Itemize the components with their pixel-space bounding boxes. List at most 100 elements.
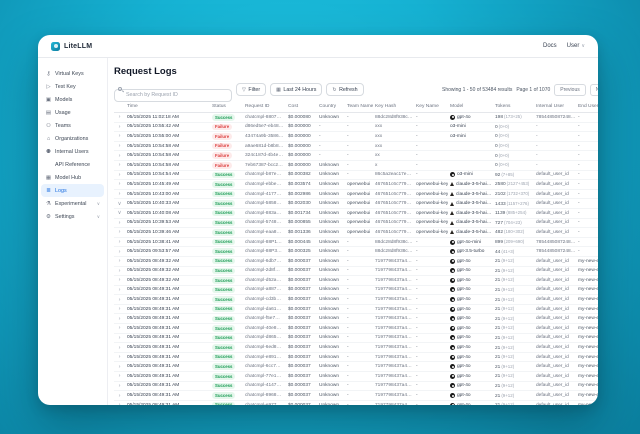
table-row[interactable]: ›05/15/2025 10:39:53 AMSuccesschatcmpl-5… (114, 218, 598, 228)
row-expander-icon[interactable]: ∨ (114, 208, 125, 218)
table-row[interactable]: ›05/15/2025 08:49:31 AMSuccesschatcmpl-c… (114, 295, 598, 305)
table-row[interactable]: ›05/15/2025 10:54:54 AMSuccesschatcmpl-b… (114, 170, 598, 180)
sidebar-item-experimental[interactable]: ⚗Experimental∨ (41, 197, 104, 210)
sidebar-item-model-hub[interactable]: ▦Model Hub (41, 171, 104, 184)
row-expander-icon[interactable]: › (114, 237, 125, 247)
row-expander-icon[interactable]: › (114, 180, 125, 190)
refresh-button[interactable]: ↻ Refresh (326, 83, 363, 96)
row-expander-icon[interactable]: › (114, 285, 125, 295)
row-expander-icon[interactable]: › (114, 113, 125, 123)
table-row[interactable]: ›05/15/2025 10:54:58 AMFailurea9ae681d-b… (114, 141, 598, 151)
row-expander-icon[interactable]: › (114, 189, 125, 199)
table-row[interactable]: ›05/15/2025 08:49:31 AMSuccesschatcmpl-8… (114, 391, 598, 401)
column-header[interactable]: Key Hash (373, 101, 414, 113)
top-bar: LiteLLM Docs User ∨ (38, 35, 598, 58)
row-expander-icon[interactable]: › (114, 160, 125, 170)
column-header[interactable]: Country (317, 101, 345, 113)
sidebar-item-test-key[interactable]: ▷Test Key (41, 80, 104, 93)
row-expander-icon[interactable]: › (114, 304, 125, 314)
table-row[interactable]: ›05/15/2025 08:49:31 AMSuccesschatcmpl-6… (114, 362, 598, 372)
column-header[interactable]: Tokens (493, 101, 534, 113)
row-expander-icon[interactable]: › (114, 151, 125, 161)
table-row[interactable]: ›05/15/2025 10:55:00 AMFailure43474a9b-3… (114, 132, 598, 142)
table-row[interactable]: ›05/15/2025 08:49:31 AMSuccesschatcmpl-d… (114, 304, 598, 314)
row-expander-icon[interactable]: › (114, 324, 125, 334)
table-row[interactable]: ›05/15/2025 10:43:00 AMSuccesschatcmpl-4… (114, 189, 598, 199)
table-row[interactable]: ›05/15/2025 10:55:42 AMFailured86ed5e7-e… (114, 122, 598, 132)
previous-page-button[interactable]: Previous (554, 84, 585, 96)
table-row[interactable]: ›05/15/2025 10:54:58 AMFailure7eb67387-b… (114, 160, 598, 170)
column-header[interactable]: Time (125, 101, 210, 113)
table-row[interactable]: ›05/15/2025 10:54:58 AMFailure324c187d-4… (114, 151, 598, 161)
row-expander-icon[interactable]: › (114, 372, 125, 382)
openai-logo-icon (450, 115, 455, 120)
sidebar-item-organizations[interactable]: ⌂Organizations (41, 132, 104, 145)
row-expander-icon[interactable]: › (114, 122, 125, 132)
search-input[interactable] (114, 89, 232, 102)
row-expander-icon[interactable]: › (114, 381, 125, 391)
status-badge: Success (212, 200, 235, 207)
time-range-button[interactable]: ▦ Last 24 Hours (270, 83, 322, 96)
sidebar-item-settings[interactable]: ⚙Settings∨ (41, 210, 104, 223)
column-header[interactable]: End User (576, 101, 598, 113)
row-expander-icon[interactable]: › (114, 333, 125, 343)
row-expander-icon[interactable]: › (114, 218, 125, 228)
table-row[interactable]: ›05/15/2025 08:49:31 AMSuccesschatcmpl-e… (114, 400, 598, 405)
row-expander-icon[interactable]: › (114, 132, 125, 142)
table-row[interactable]: ›05/15/2025 08:49:31 AMSuccesschatcmpl-4… (114, 381, 598, 391)
column-header[interactable] (114, 101, 125, 113)
column-header[interactable]: Model (448, 101, 493, 113)
table-row[interactable]: ›05/15/2025 10:39:46 AMSuccesschatcmpl-e… (114, 228, 598, 238)
row-expander-icon[interactable]: › (114, 266, 125, 276)
sidebar-item-internal-users[interactable]: ⚉Internal Users (41, 145, 104, 158)
row-expander-icon[interactable]: › (114, 314, 125, 324)
row-expander-icon[interactable]: › (114, 141, 125, 151)
table-row[interactable]: ›05/15/2025 10:38:41 AMSuccesschatcmpl-8… (114, 237, 598, 247)
row-expander-icon[interactable]: › (114, 400, 125, 405)
table-row[interactable]: ›05/15/2025 08:49:32 AMSuccesschatcmpl-d… (114, 276, 598, 286)
sidebar-item-api-reference[interactable]: API Reference (41, 158, 104, 171)
row-expander-icon[interactable]: › (114, 228, 125, 238)
row-expander-icon[interactable]: › (114, 256, 125, 266)
table-row[interactable]: ›05/15/2025 08:49:31 AMSuccesschatcmpl-6… (114, 343, 598, 353)
table-row[interactable]: ›05/15/2025 08:49:31 AMSuccesschatcmpl-a… (114, 285, 598, 295)
sidebar-item-teams[interactable]: ⚇Teams (41, 119, 104, 132)
column-header[interactable]: Status (210, 101, 243, 113)
row-expander-icon[interactable]: › (114, 362, 125, 372)
column-header[interactable]: Internal User (534, 101, 576, 113)
table-row[interactable]: ›05/15/2025 10:45:49 AMSuccesschatcmpl-e… (114, 180, 598, 190)
docs-link[interactable]: Docs (543, 43, 557, 49)
sidebar-item-label: Experimental (55, 201, 86, 207)
table-row[interactable]: ∨05/15/2025 10:40:33 AMSuccesschatcmpl-5… (114, 199, 598, 209)
table-row[interactable]: ›05/15/2025 08:49:31 AMSuccesschatcmpl-e… (114, 352, 598, 362)
table-row[interactable]: ›05/15/2025 08:49:31 AMSuccesschatcmpl-d… (114, 333, 598, 343)
filter-button[interactable]: ▽ Filter (236, 83, 266, 96)
sidebar-item-usage[interactable]: ▤Usage (41, 106, 104, 119)
table-row[interactable]: ›05/15/2025 08:49:32 AMSuccesschatcmpl-2… (114, 266, 598, 276)
row-expander-icon[interactable]: › (114, 276, 125, 286)
row-expander-icon[interactable]: › (114, 343, 125, 353)
column-header[interactable]: Key Name (414, 101, 448, 113)
row-expander-icon[interactable]: ∨ (114, 199, 125, 209)
brand[interactable]: LiteLLM (51, 42, 92, 51)
sidebar-item-models[interactable]: ▣Models (41, 93, 104, 106)
table-row[interactable]: ›05/15/2025 08:49:31 AMSuccesschatcmpl-7… (114, 372, 598, 382)
table-row[interactable]: ›05/15/2025 08:49:31 AMSuccesschatcmpl-f… (114, 314, 598, 324)
table-row[interactable]: ›05/15/2025 08:49:32 AMSuccesschatcmpl-6… (114, 256, 598, 266)
sidebar-item-virtual-keys[interactable]: ⚷Virtual Keys (41, 67, 104, 80)
table-row[interactable]: ∨05/15/2025 10:40:08 AMSuccesschatcmpl-8… (114, 208, 598, 218)
user-menu[interactable]: User ∨ (567, 43, 585, 49)
table-row[interactable]: ›05/15/2025 11:02:18 AMSuccesschatcmpl-8… (114, 113, 598, 123)
next-page-button[interactable]: Next (590, 84, 598, 96)
table-row[interactable]: ›05/15/2025 09:53:57 AMSuccesschatcmpl-8… (114, 247, 598, 257)
column-header[interactable]: Team Name (345, 101, 373, 113)
row-expander-icon[interactable]: › (114, 295, 125, 305)
table-row[interactable]: ›05/15/2025 08:49:31 AMSuccesschatcmpl-4… (114, 324, 598, 334)
row-expander-icon[interactable]: › (114, 170, 125, 180)
column-header[interactable]: Cost (286, 101, 317, 113)
row-expander-icon[interactable]: › (114, 247, 125, 257)
row-expander-icon[interactable]: › (114, 391, 125, 401)
column-header[interactable]: Request ID (243, 101, 286, 113)
row-expander-icon[interactable]: › (114, 352, 125, 362)
sidebar-item-logs[interactable]: ≣Logs (41, 184, 104, 197)
